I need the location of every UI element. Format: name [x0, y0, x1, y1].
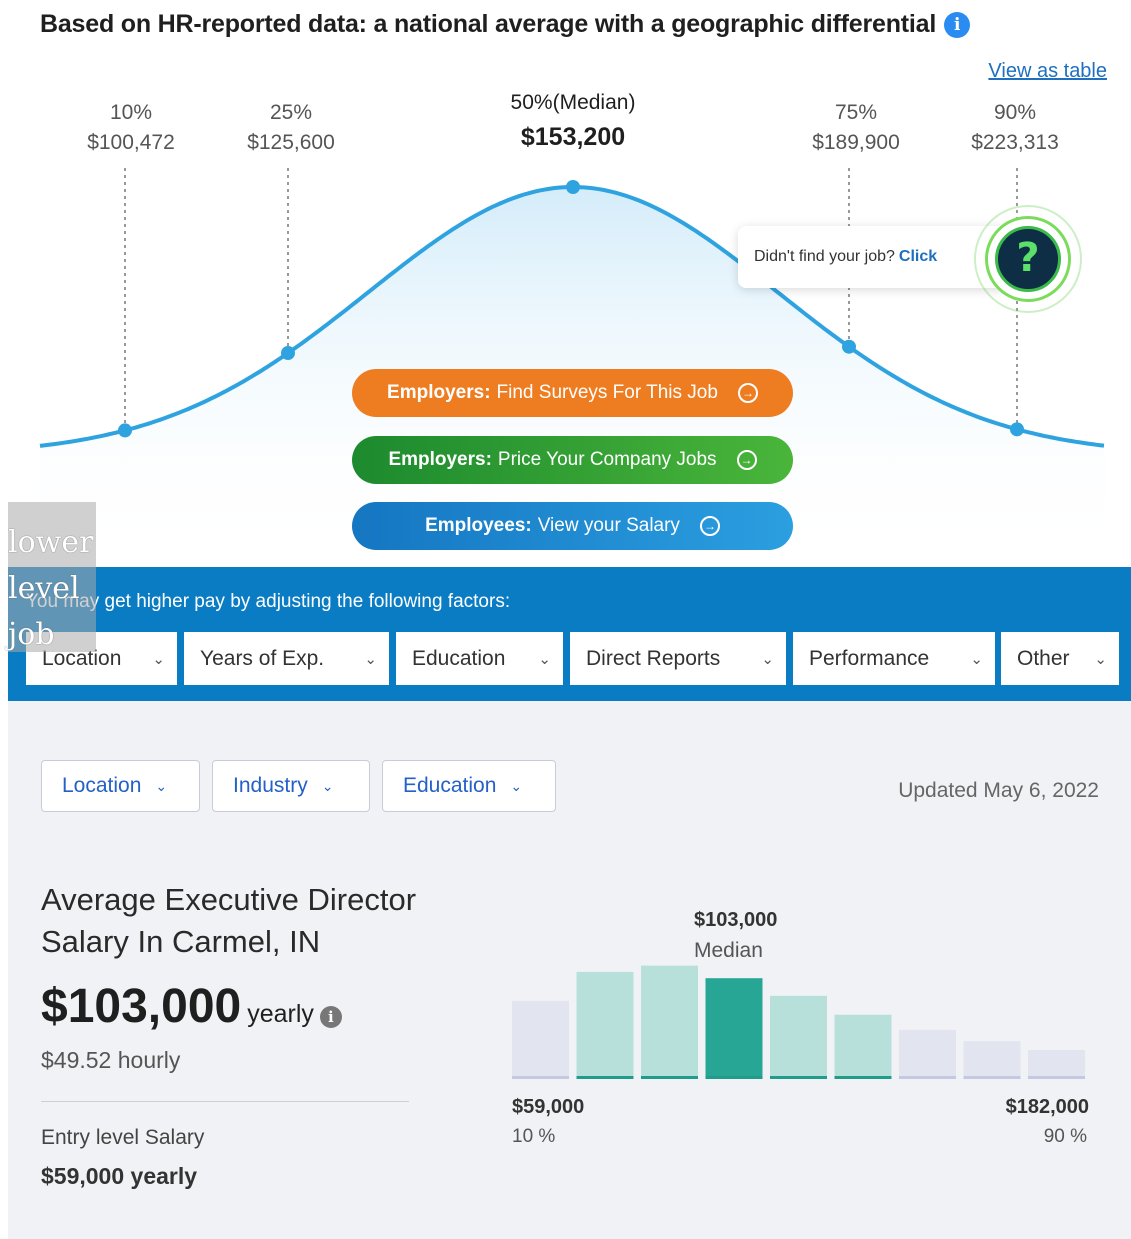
factor-label: Years of Exp. — [200, 646, 325, 670]
percentile-90-label: 90% $223,313 — [971, 98, 1059, 158]
histogram-bar-1 — [512, 1000, 569, 1079]
percentile-25-amount: $125,600 — [247, 131, 335, 154]
histogram-bar-baseline-3 — [641, 1076, 698, 1079]
factor-label: Education — [412, 646, 506, 670]
factor-education-dropdown[interactable]: Education ⌄ — [396, 632, 563, 685]
factor-label: Direct Reports — [586, 646, 721, 670]
histogram-median-label: Median — [694, 939, 763, 962]
percentile-10-pct: 10% — [109, 101, 153, 124]
histogram-bars — [512, 965, 1085, 1079]
arrow-circle-icon: → — [699, 516, 720, 536]
histogram-bar-4 — [705, 978, 763, 1079]
factor-other-dropdown[interactable]: Other ⌄ — [1001, 632, 1119, 685]
salary-histogram — [512, 965, 1085, 1079]
cta-green-text: Price Your Company Jobs — [497, 449, 717, 470]
employers-find-surveys-button[interactable]: Employers: Find Surveys For This Job → — [352, 369, 793, 417]
percentile-75-pct: 75% — [834, 101, 878, 124]
histogram-bar-9 — [1028, 1050, 1085, 1079]
percentile-10-dot — [118, 423, 132, 438]
histogram-bar-7 — [899, 1029, 956, 1079]
percentile-50-amount: $153,200 — [520, 123, 626, 151]
cta-green-bold: Employers: — [388, 449, 492, 470]
percentile-25-pct: 25% — [269, 101, 313, 124]
factor-label: Other — [1017, 646, 1070, 670]
percentile-10-label: 10% $100,472 — [87, 98, 175, 158]
factors-message: You may get higher pay by adjusting the … — [26, 591, 511, 612]
histogram-high-amount: $182,000 — [1005, 1096, 1089, 1118]
histogram-bar-5 — [770, 995, 827, 1079]
percentile-75-amount: $189,900 — [812, 131, 900, 154]
chevron-down-icon: ⌄ — [538, 650, 551, 668]
histogram-low-pct: 10 % — [512, 1126, 556, 1147]
overlay-line-1: lower — [8, 525, 94, 560]
factor-direct-reports-dropdown[interactable]: Direct Reports ⌄ — [570, 632, 786, 685]
overlay-caption: lower level job — [8, 520, 93, 658]
overlay-line-3: job — [8, 617, 55, 652]
percentile-50-dot — [566, 180, 580, 194]
percentile-90-dot — [1010, 422, 1024, 437]
chevron-down-icon: ⌄ — [152, 650, 165, 668]
factor-years-dropdown[interactable]: Years of Exp. ⌄ — [184, 632, 389, 685]
percentile-50-pct: 50%(Median) — [510, 91, 636, 114]
percentile-90-amount: $223,313 — [971, 131, 1059, 154]
histogram-bar-baseline-7 — [899, 1076, 956, 1079]
percentile-75-label: 75% $189,900 — [812, 98, 900, 158]
chevron-down-icon: ⌄ — [761, 650, 774, 668]
chevron-down-icon: ⌄ — [970, 650, 983, 668]
histogram-bar-baseline-6 — [834, 1076, 892, 1079]
cta-blue-text: View your Salary — [537, 515, 680, 536]
percentile-25-label: 25% $125,600 — [247, 98, 335, 158]
help-button[interactable]: ? — [974, 205, 1082, 313]
employers-price-jobs-button[interactable]: Employers: Price Your Company Jobs → — [352, 436, 793, 484]
cta-orange-text: Find Surveys For This Job — [496, 382, 718, 403]
histogram-bar-3 — [641, 965, 698, 1079]
histogram-bar-baseline-9 — [1028, 1076, 1085, 1079]
percentile-25-dot — [281, 346, 295, 361]
factors-bar: You may get higher pay by adjusting the … — [8, 567, 1131, 701]
histogram-bar-6 — [834, 1014, 892, 1079]
help-ring-inner: ? — [985, 216, 1071, 302]
chevron-down-icon: ⌄ — [364, 650, 377, 668]
percentile-90-pct: 90% — [993, 101, 1037, 124]
factor-performance-dropdown[interactable]: Performance ⌄ — [793, 632, 995, 685]
chevron-down-icon: ⌄ — [1094, 650, 1107, 668]
overlay-line-2: level — [8, 571, 80, 606]
arrow-circle-icon: → — [737, 383, 758, 403]
histogram-high-pct: 90 % — [1043, 1126, 1087, 1147]
histogram-bar-baseline-8 — [963, 1076, 1021, 1079]
histogram-low-amount: $59,000 — [512, 1096, 585, 1118]
histogram-bar-baseline-5 — [770, 1076, 827, 1079]
percentile-75-dot — [842, 339, 856, 354]
cta-blue-bold: Employees: — [425, 515, 532, 536]
help-click-link[interactable]: Click — [899, 248, 937, 266]
histogram-bar-8 — [963, 1041, 1021, 1079]
didnt-find-job-box[interactable]: Didn't find your job? Click — [738, 226, 1008, 288]
histogram-bar-baseline-4 — [705, 1076, 763, 1079]
question-mark-icon: ? — [995, 226, 1061, 292]
arrow-circle-icon: → — [736, 450, 757, 470]
percentile-10-amount: $100,472 — [87, 131, 175, 154]
factor-label: Performance — [809, 646, 930, 670]
histogram-bar-baseline-1 — [512, 1076, 569, 1079]
salary-distribution-section: Based on HR-reported data: a national av… — [0, 0, 1131, 565]
help-text: Didn't find your job? — [754, 248, 895, 265]
percentile-50-label: 50%(Median) $153,200 — [511, 88, 636, 156]
employees-view-salary-button[interactable]: Employees: View your Salary → — [352, 502, 793, 550]
histogram-median-amount: $103,000 — [694, 909, 778, 931]
histogram-bar-2 — [576, 971, 634, 1079]
histogram-bar-baseline-2 — [576, 1076, 634, 1079]
cta-orange-bold: Employers: — [387, 382, 491, 403]
local-salary-section: Location ⌄ Industry ⌄ Education ⌄ Update… — [8, 701, 1131, 1239]
